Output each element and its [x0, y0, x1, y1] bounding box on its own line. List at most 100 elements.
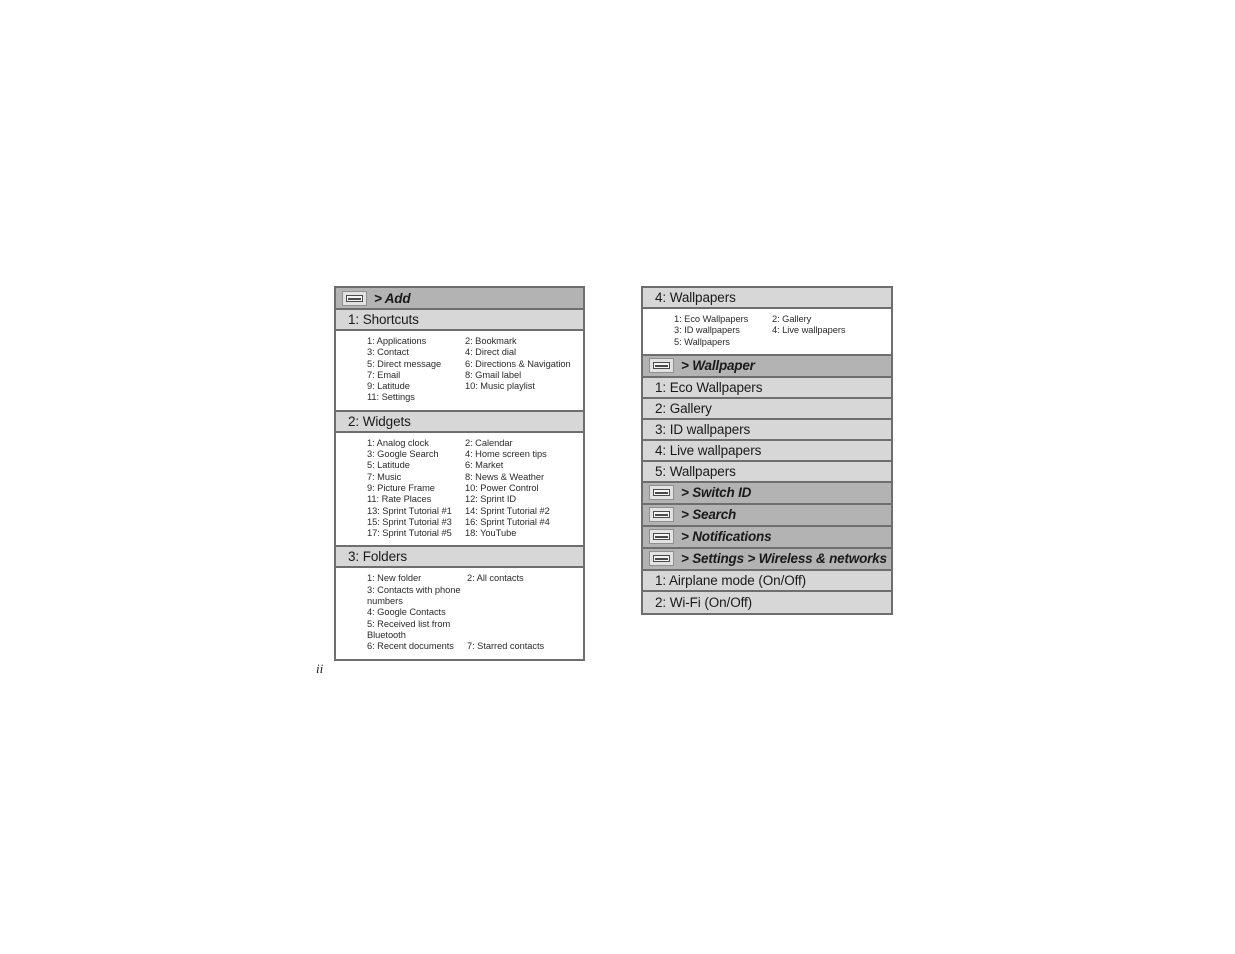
menu-key-label: > Notifications	[681, 529, 772, 545]
submenu-item: 1: Analog clock	[367, 437, 429, 448]
submenu-item: 8: Gmail label	[465, 369, 522, 380]
submenu-item: 5: Direct message	[367, 358, 442, 369]
menu-key-icon	[649, 507, 674, 523]
submenu-item: 7: Email	[367, 369, 401, 380]
submenu-row: 4: Google Contacts	[367, 607, 583, 618]
menu-option-row[interactable]: 5: Wallpapers	[643, 461, 891, 483]
submenu-row: 11: Rate Places 12: Sprint ID	[367, 494, 583, 505]
menu-option-row[interactable]: 2: Wi-Fi (On/Off)	[643, 591, 891, 613]
submenu-item	[467, 619, 583, 642]
menu-key-row[interactable]: > Add	[336, 288, 583, 310]
submenu-item: 3: Contact	[367, 347, 409, 358]
submenu-item: 5: Received list from Bluetooth	[367, 618, 451, 640]
submenu-row: 5: Received list from Bluetooth	[367, 619, 583, 642]
submenu-item: 1: Applications	[367, 336, 427, 346]
wallpaper-menu-map-table: 4: Wallpapers 1: Eco Wallpapers 2: Gallery…	[641, 286, 893, 615]
submenu-item: 14: Sprint Tutorial #2	[465, 505, 550, 516]
submenu-item: 4: Direct dial	[465, 347, 516, 358]
menu-key-row[interactable]: > Settings > Wireless & networks	[643, 548, 891, 571]
submenu-row: 17: Sprint Tutorial #5 18: YouTube	[367, 528, 583, 539]
submenu-item: 18: YouTube	[465, 528, 517, 539]
submenu-row: 3: Contacts with phone numbers	[367, 585, 583, 608]
menu-key-label: > Switch ID	[681, 485, 752, 501]
submenu-item: 12: Sprint ID	[465, 494, 517, 505]
submenu-item: 4: Home screen tips	[465, 449, 547, 460]
submenu-item	[467, 607, 583, 618]
menu-option-row[interactable]: 2: Gallery	[643, 398, 891, 420]
submenu-row: 15: Sprint Tutorial #3 16: Sprint Tutoria…	[367, 517, 583, 528]
submenu-item: 2: All contacts	[467, 573, 524, 584]
menu-option-row[interactable]: 1: Eco Wallpapers	[643, 377, 891, 399]
submenu-item: 2: Calendar	[465, 437, 513, 448]
page-number: ii	[316, 661, 324, 676]
menu-option-row[interactable]: 2: Widgets	[336, 411, 583, 433]
submenu-item: 2: Bookmark	[465, 336, 517, 346]
submenu-item: 11: Settings	[367, 392, 415, 403]
submenu-row: 11: Settings	[367, 392, 583, 403]
submenu-list: 1: New folder 2: All contacts 3: Contacts …	[336, 573, 583, 652]
submenu-row: 9: Picture Frame 10: Power Control	[367, 483, 583, 494]
submenu-row: 5: Direct message 6: Directions & Navigat…	[367, 359, 583, 370]
menu-option-row[interactable]: 1: Airplane mode (On/Off)	[643, 570, 891, 592]
submenu-row: 1: Analog clock 2: Calendar	[367, 438, 583, 449]
submenu-item: 17: Sprint Tutorial #5	[367, 528, 452, 539]
menu-key-row[interactable]: > Search	[643, 504, 891, 527]
submenu-body: 1: Eco Wallpapers 2: Gallery 3: ID wallpap…	[643, 309, 891, 356]
submenu-item: 3: Contacts with phone numbers	[367, 584, 461, 607]
submenu-row: 5: Latitude 6: Market	[367, 460, 583, 471]
submenu-item: 3: Google Search	[367, 449, 439, 460]
menu-key-icon	[649, 551, 674, 567]
menu-key-icon	[649, 529, 674, 545]
submenu-list: 1: Eco Wallpapers 2: Gallery 3: ID wallpap…	[643, 314, 891, 348]
submenu-item: 15: Sprint Tutorial #3	[367, 516, 452, 527]
submenu-row: 13: Sprint Tutorial #1 14: Sprint Tutoria…	[367, 506, 583, 517]
submenu-row: 7: Email 8: Gmail label	[367, 370, 583, 381]
submenu-item	[467, 585, 583, 608]
submenu-item: 2: Gallery	[772, 314, 812, 324]
submenu-row: 9: Latitude 10: Music playlist	[367, 381, 583, 392]
menu-option-row[interactable]: 4: Live wallpapers	[643, 440, 891, 462]
submenu-item: 8: News & Weather	[465, 471, 545, 482]
submenu-item: 10: Power Control	[465, 482, 539, 493]
submenu-item: 3: ID wallpapers	[674, 325, 740, 336]
submenu-body: 1: Analog clock 2: Calendar 3: Google Sear…	[336, 432, 583, 548]
submenu-body: 1: Applications 2: Bookmark 3: Contact 4: D…	[336, 331, 583, 412]
menu-key-row[interactable]: > Switch ID	[643, 482, 891, 505]
menu-key-label: > Wallpaper	[681, 358, 755, 374]
submenu-row: 3: Contact 4: Direct dial	[367, 347, 583, 358]
submenu-item: 6: Recent documents	[367, 641, 454, 652]
menu-option-row[interactable]: 1: Shortcuts	[336, 310, 583, 331]
submenu-row: 7: Music 8: News & Weather	[367, 472, 583, 483]
submenu-item: 10: Music playlist	[465, 381, 535, 392]
menu-key-row[interactable]: > Notifications	[643, 526, 891, 549]
menu-key-label: > Add	[374, 290, 411, 306]
submenu-item: 4: Google Contacts	[367, 607, 446, 618]
submenu-item: 6: Market	[465, 460, 504, 471]
submenu-item: 9: Latitude	[367, 381, 410, 392]
submenu-item: 5: Latitude	[367, 460, 410, 471]
submenu-item: 16: Sprint Tutorial #4	[465, 516, 550, 527]
menu-key-icon	[649, 358, 674, 374]
menu-key-label: > Settings > Wireless & networks	[681, 551, 887, 567]
submenu-item: 11: Rate Places	[367, 494, 432, 505]
submenu-item: 4: Live wallpapers	[772, 325, 846, 336]
submenu-row: 6: Recent documents 7: Starred contacts	[367, 641, 583, 652]
menu-key-label: > Search	[681, 507, 737, 523]
submenu-row: 3: ID wallpapers 4: Live wallpapers	[674, 325, 891, 336]
menu-key-row[interactable]: > Wallpaper	[643, 355, 891, 378]
submenu-item: 7: Music	[367, 471, 402, 482]
menu-option-row[interactable]: 4: Wallpapers	[643, 288, 891, 309]
menu-option-row[interactable]: 3: ID wallpapers	[643, 419, 891, 441]
submenu-item: 1: New folder	[367, 573, 422, 584]
submenu-row: 5: Wallpapers	[674, 337, 891, 348]
submenu-item: 7: Starred contacts	[467, 641, 545, 652]
submenu-item	[730, 337, 891, 348]
submenu-item: 6: Directions & Navigation	[465, 358, 571, 369]
submenu-item: 9: Picture Frame	[367, 482, 435, 493]
submenu-item: 5: Wallpapers	[674, 336, 730, 347]
submenu-row: 1: Applications 2: Bookmark	[367, 336, 583, 347]
submenu-row: 1: New folder 2: All contacts	[367, 573, 583, 584]
add-menu-map-table: > Add 1: Shortcuts 1: Applications 2: Bookm…	[334, 286, 585, 661]
menu-option-row[interactable]: 3: Folders	[336, 547, 583, 569]
menu-key-icon	[342, 290, 367, 306]
